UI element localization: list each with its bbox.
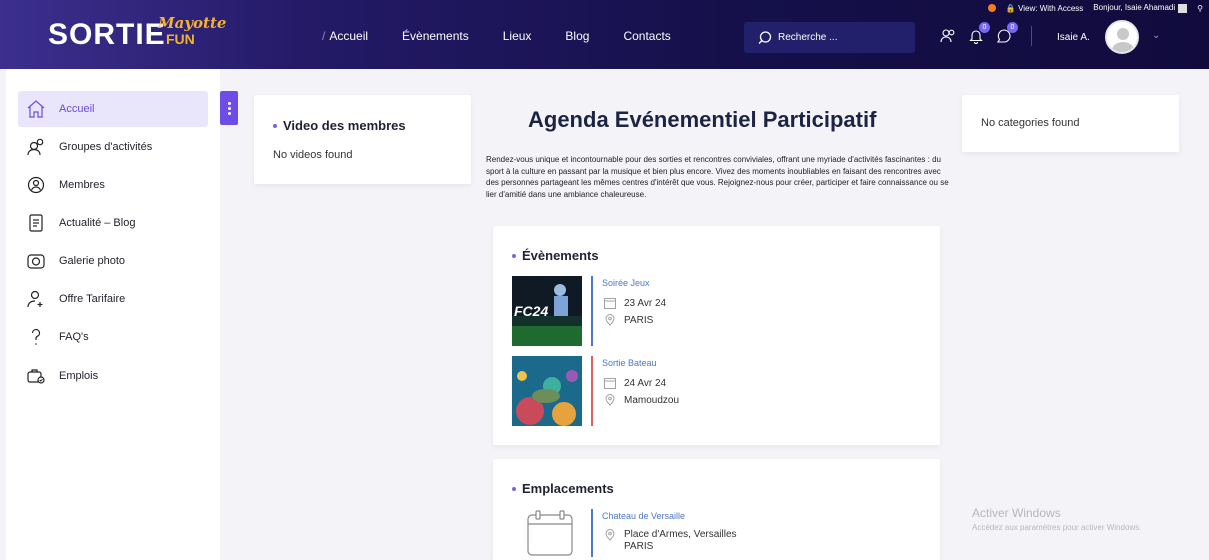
site-logo[interactable]: SORTIE Mayotte FUN <box>48 14 226 52</box>
nav-item-lieux[interactable]: Lieux <box>503 29 532 43</box>
locations-card: Emplacements Chateau de Versaille Place … <box>493 459 940 560</box>
location-pin-icon <box>605 314 615 326</box>
sidebar-item-emplois[interactable]: Emplois <box>18 358 208 394</box>
main-nav: / Accueil Évènements Lieux Blog Contacts <box>322 29 671 43</box>
sidebar-item-galerie[interactable]: Galerie photo <box>18 243 208 279</box>
event-accent-bar <box>591 276 593 346</box>
search-box[interactable] <box>744 22 915 53</box>
home-icon <box>27 100 45 118</box>
admin-avatar-icon <box>1178 3 1188 13</box>
windows-activation-watermark: Activer Windows Accédez aux paramètres p… <box>972 506 1141 532</box>
logo-fun-text: FUN <box>166 31 195 47</box>
sidebar-item-label: FAQ's <box>59 331 89 343</box>
sidebar-item-label: Groupes d'activités <box>59 141 153 153</box>
briefcase-icon <box>27 369 45 384</box>
location-name[interactable]: Chateau de Versaille <box>602 511 685 521</box>
location-accent-bar <box>591 509 593 557</box>
user-circle-icon <box>27 176 45 194</box>
sidebar-toggle-button[interactable] <box>220 91 238 125</box>
watermark-subtitle: Accédez aux paramètres pour activer Wind… <box>972 523 1142 532</box>
sidebar-item-blog[interactable]: Actualité – Blog <box>18 205 208 241</box>
event-date: 24 Avr 24 <box>604 377 666 389</box>
nav-item-accueil[interactable]: / Accueil <box>322 29 368 43</box>
categories-card: No categories found <box>962 95 1179 152</box>
lock-icon: 🔒 <box>1005 3 1016 13</box>
notifications-badge: 0 <box>979 22 990 33</box>
logo-script-text: Mayotte <box>158 14 227 32</box>
sidebar-item-offre[interactable]: Offre Tarifaire <box>18 281 208 317</box>
event-accent-bar <box>591 356 593 426</box>
event-name[interactable]: Soirée Jeux <box>602 278 650 288</box>
header-icons: 0 0 <box>940 22 1018 44</box>
categories-empty-text: No categories found <box>981 117 1080 129</box>
videos-card: Video des membres No videos found <box>254 95 471 184</box>
search-input[interactable] <box>778 32 898 43</box>
messages-badge: 0 <box>1007 22 1018 33</box>
thumbnail-text: FC24 <box>514 303 548 319</box>
friends-button[interactable] <box>940 28 956 44</box>
user-plus-icon <box>27 290 43 308</box>
location-address: Place d'Armes, Versailles PARIS <box>604 529 737 553</box>
sidebar-item-groupes[interactable]: Groupes d'activités <box>18 129 208 165</box>
event-date: 23 Avr 24 <box>604 297 666 309</box>
alert-dot-icon[interactable] <box>987 4 996 12</box>
admin-greeting[interactable]: Bonjour, Isaie Ahamadi <box>1093 3 1188 13</box>
sidebar-item-accueil[interactable]: Accueil <box>18 91 208 127</box>
watermark-title: Activer Windows <box>972 506 1061 520</box>
sidebar-item-membres[interactable]: Membres <box>18 167 208 203</box>
page-title: Agenda Evénementiel Participatif <box>528 107 877 132</box>
admin-bar: 🔒 View: With Access Bonjour, Isaie Ahama… <box>987 0 1209 16</box>
question-icon <box>31 328 41 345</box>
avatar[interactable] <box>1105 20 1139 54</box>
events-title: Évènements <box>512 248 599 263</box>
events-card: Évènements FC24 Soirée Jeux 23 Avr 24 PA… <box>493 226 940 445</box>
more-vertical-icon <box>227 106 231 110</box>
document-icon <box>29 214 43 232</box>
event-thumbnail[interactable]: FC24 <box>512 276 582 346</box>
locations-title: Emplacements <box>512 481 614 496</box>
nav-item-blog[interactable]: Blog <box>565 29 589 43</box>
sidebar-item-label: Actualité – Blog <box>59 217 136 229</box>
sidebar-item-label: Accueil <box>59 103 95 115</box>
sidebar: Accueil Groupes d'activités Membres Actu… <box>6 69 220 560</box>
sidebar-item-label: Offre Tarifaire <box>59 293 126 305</box>
videos-title: Video des membres <box>273 118 406 133</box>
chevron-down-icon[interactable]: ⌄ <box>1152 30 1160 41</box>
users-icon <box>940 29 955 43</box>
event-thumbnail[interactable] <box>512 356 582 426</box>
sidebar-item-label: Emplois <box>59 370 99 382</box>
camera-icon <box>27 254 45 269</box>
messages-button[interactable]: 0 <box>996 22 1018 44</box>
user-name[interactable]: Isaie A. <box>1057 32 1090 43</box>
logo-text: SORTIE <box>48 18 166 51</box>
location-pin-icon <box>605 394 615 406</box>
intro-text: Rendez-vous unique et incontournable pou… <box>486 155 949 199</box>
nav-item-evenements[interactable]: Évènements <box>402 29 469 43</box>
sidebar-item-faq[interactable]: FAQ's <box>18 319 208 355</box>
sidebar-item-label: Membres <box>59 179 105 191</box>
sidebar-item-label: Galerie photo <box>59 255 126 267</box>
users-icon <box>27 138 44 156</box>
search-icon <box>758 30 772 44</box>
view-access[interactable]: 🔒 View: With Access <box>1006 4 1083 13</box>
videos-empty-text: No videos found <box>273 149 353 161</box>
location-pin-icon <box>605 529 615 541</box>
notifications-button[interactable]: 0 <box>968 22 990 44</box>
event-place: PARIS <box>604 314 653 326</box>
header-divider <box>1031 26 1032 46</box>
nav-item-contacts[interactable]: Contacts <box>623 29 670 43</box>
event-place: Mamoudzou <box>604 394 679 406</box>
calendar-icon <box>604 378 616 389</box>
calendar-placeholder-icon <box>527 510 573 556</box>
admin-search-icon[interactable]: ⚲ <box>1197 4 1203 13</box>
calendar-icon <box>604 298 616 309</box>
event-name[interactable]: Sortie Bateau <box>602 358 657 368</box>
